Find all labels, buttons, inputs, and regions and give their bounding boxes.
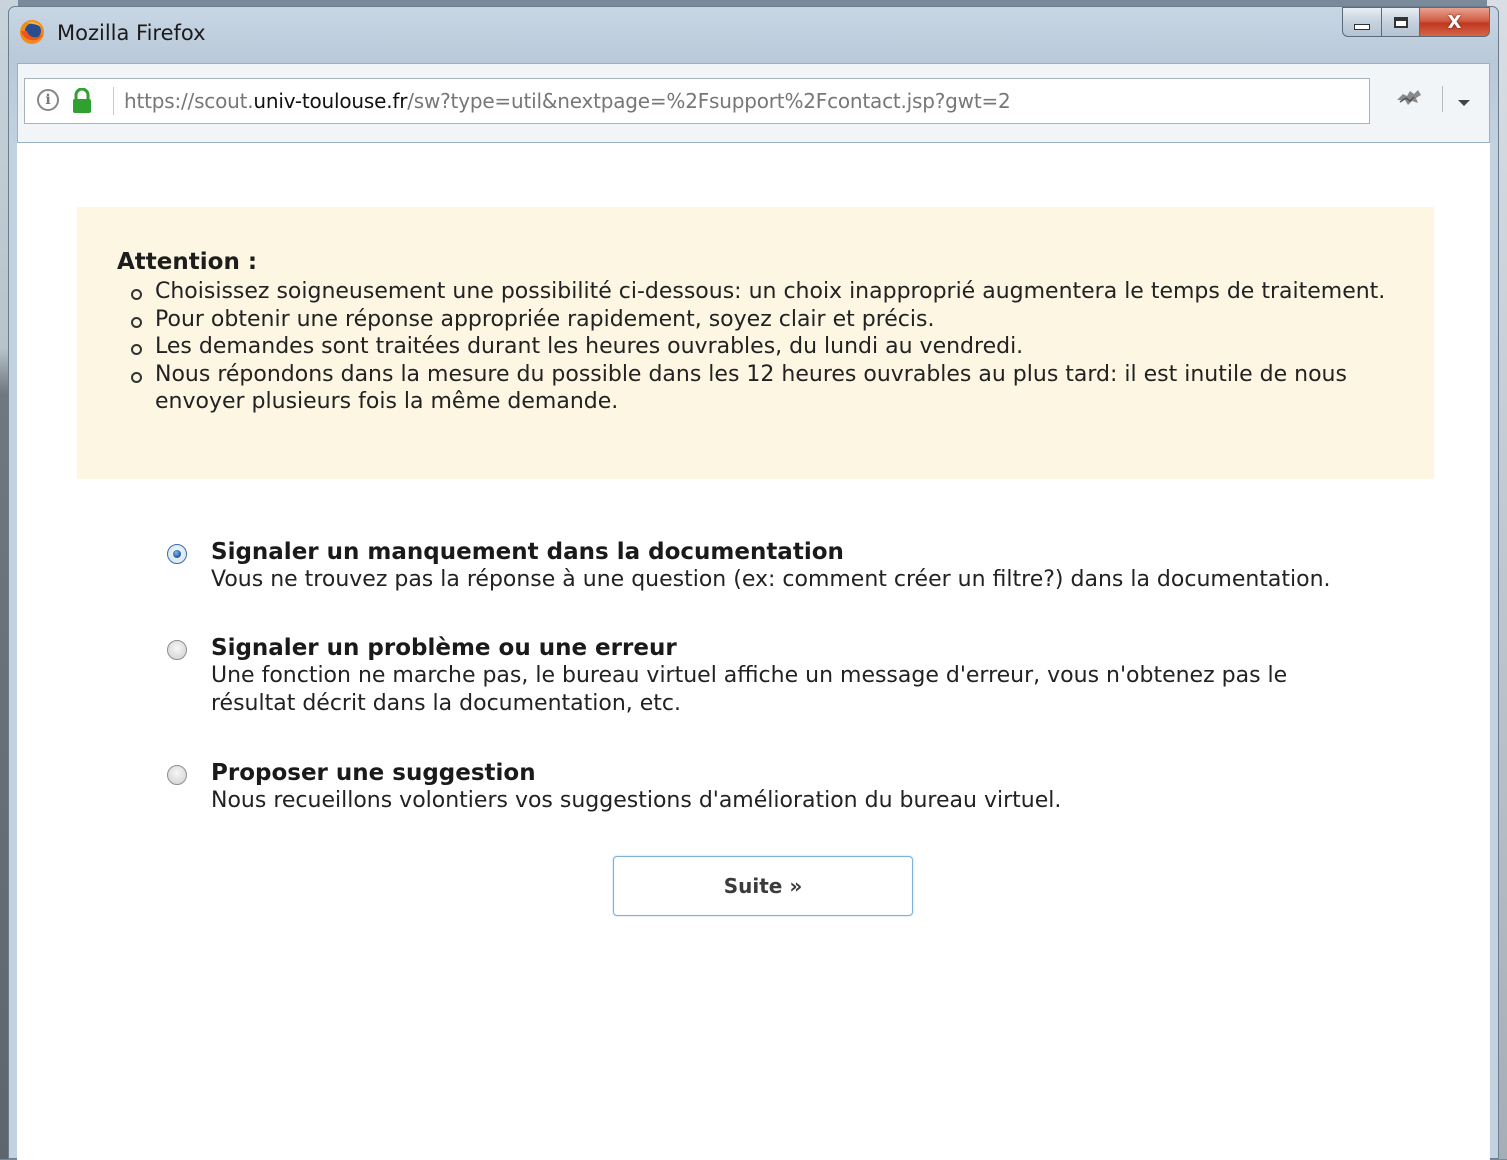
option-suggestion[interactable]: Proposer une suggestion Nous recueillons…: [167, 759, 1417, 829]
toolbar-separator: [1442, 86, 1443, 112]
page-content: Attention : Choisissez soigneusement une…: [17, 143, 1490, 1160]
window-controls: X: [1342, 7, 1490, 39]
radio-suggestion[interactable]: [167, 765, 187, 785]
firefox-logo-icon: [20, 20, 44, 44]
window-title: Mozilla Firefox: [57, 21, 206, 45]
radio-documentation[interactable]: [167, 544, 187, 564]
title-bar[interactable]: Mozilla Firefox X: [9, 7, 1498, 59]
info-icon[interactable]: i: [37, 89, 59, 111]
option-title[interactable]: Proposer une suggestion: [211, 759, 1417, 787]
option-description: Une fonction ne marche pas, le bureau vi…: [211, 663, 1288, 716]
option-description: Nous recueillons volontiers vos suggesti…: [211, 788, 1062, 813]
close-button[interactable]: X: [1420, 7, 1490, 37]
maximize-button[interactable]: [1382, 7, 1420, 37]
notice-item: Nous répondons dans la mesure du possibl…: [131, 361, 1395, 416]
option-title[interactable]: Signaler un problème ou une erreur: [211, 634, 1417, 662]
minimize-icon: [1354, 24, 1370, 30]
option-problem[interactable]: Signaler un problème ou une erreur Une f…: [167, 634, 1417, 759]
notice-title: Attention :: [117, 249, 258, 275]
notice-item: Les demandes sont traitées durant les he…: [131, 333, 1395, 361]
notice-list: Choisissez soigneusement une possibilité…: [117, 278, 1434, 416]
option-documentation[interactable]: Signaler un manquement dans la documenta…: [167, 538, 1417, 634]
puzzle-icon[interactable]: [1394, 86, 1424, 108]
notice-item: Pour obtenir une réponse appropriée rapi…: [131, 306, 1395, 334]
url-separator: [113, 87, 114, 115]
navigation-toolbar: i https://scout.univ-toulouse.fr/sw?type…: [17, 63, 1490, 143]
option-description: Vous ne trouvez pas la réponse à une que…: [211, 567, 1331, 592]
close-icon: X: [1447, 11, 1462, 33]
chevron-down-icon[interactable]: [1458, 100, 1470, 106]
notice-item: Choisissez soigneusement une possibilité…: [131, 278, 1395, 306]
maximize-icon: [1393, 16, 1408, 28]
browser-popup-window: Mozilla Firefox X i https://scout.univ-t…: [8, 6, 1499, 1160]
url-domain: univ-toulouse.fr: [253, 89, 408, 113]
lock-icon[interactable]: [70, 88, 94, 114]
url-suffix: /sw?type=util&nextpage=%2Fsupport%2Fcont…: [407, 89, 1011, 113]
minimize-button[interactable]: [1342, 7, 1382, 37]
url-text[interactable]: https://scout.univ-toulouse.fr/sw?type=u…: [124, 89, 1011, 113]
url-prefix: https://scout.: [124, 89, 254, 113]
attention-notice: Attention : Choisissez soigneusement une…: [77, 207, 1434, 479]
url-bar[interactable]: i https://scout.univ-toulouse.fr/sw?type…: [24, 78, 1370, 124]
radio-selected-dot: [173, 550, 181, 558]
contact-options: Signaler un manquement dans la documenta…: [167, 538, 1417, 829]
suite-button[interactable]: Suite »: [613, 856, 913, 916]
radio-problem[interactable]: [167, 640, 187, 660]
option-title[interactable]: Signaler un manquement dans la documenta…: [211, 538, 1417, 566]
